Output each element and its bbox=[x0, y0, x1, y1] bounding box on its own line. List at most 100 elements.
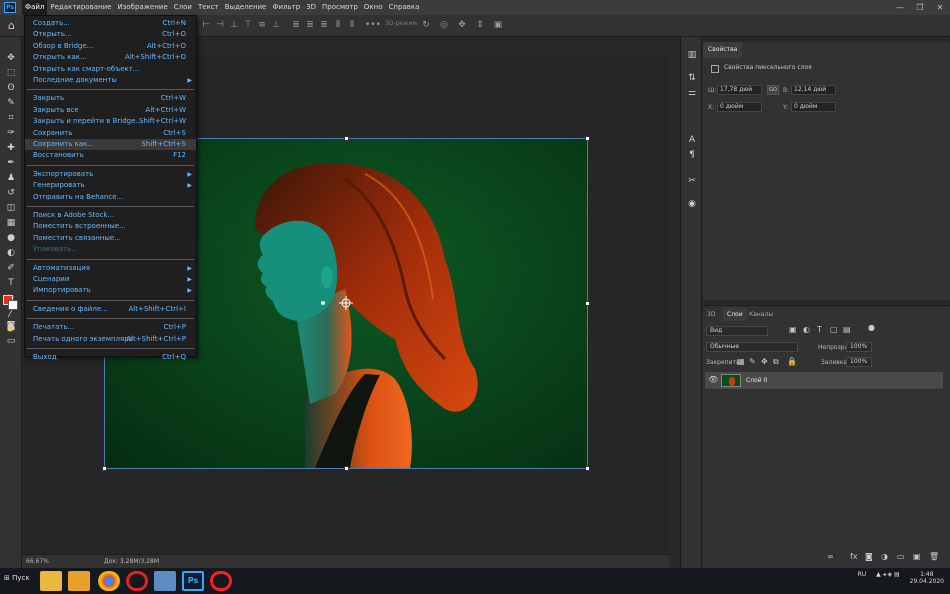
lock-position-icon[interactable]: ✥ bbox=[761, 357, 768, 366]
lock-all-icon[interactable]: 🔒 bbox=[787, 357, 797, 366]
menu-select[interactable]: Выделение bbox=[222, 0, 270, 15]
file-menu-item[interactable]: Создать... Ctrl+N bbox=[25, 18, 196, 29]
file-menu-item[interactable]: Восстановить F12 bbox=[25, 150, 196, 161]
roll-3d-icon[interactable]: ◎ bbox=[438, 19, 450, 32]
more-options-icon[interactable]: ••• bbox=[365, 19, 381, 32]
properties-panel-icon[interactable]: ⚌ bbox=[685, 87, 699, 99]
distribute-bottom-icon[interactable]: ≣ bbox=[318, 19, 330, 32]
filter-smart-object-icon[interactable]: ▤ bbox=[843, 325, 851, 334]
link-icon[interactable]: GO bbox=[767, 85, 779, 95]
align-top-icon[interactable]: ⊤ bbox=[242, 19, 254, 32]
distribute-middle-icon[interactable]: ≣ bbox=[304, 19, 316, 32]
filter-toggle-icon[interactable]: ● bbox=[868, 323, 875, 332]
align-left-icon[interactable]: ⊢ bbox=[200, 19, 212, 32]
history-brush-tool-icon[interactable]: ↺ bbox=[3, 187, 19, 199]
visibility-eye-icon[interactable]: 👁 bbox=[708, 375, 718, 384]
opera-icon[interactable] bbox=[126, 571, 148, 591]
file-menu-item[interactable]: Последние документы ▶ bbox=[25, 75, 196, 86]
photo-viewer-icon[interactable] bbox=[154, 571, 176, 591]
transform-handle-br[interactable] bbox=[585, 466, 590, 471]
adjustments-panel-icon[interactable]: ⇅ bbox=[685, 72, 699, 84]
gradient-tool-icon[interactable]: ▦ bbox=[3, 217, 19, 229]
menu-view[interactable]: Просмотр bbox=[319, 0, 361, 15]
filter-shape-icon[interactable]: ▢ bbox=[830, 325, 838, 334]
delete-layer-icon[interactable]: 🗑 bbox=[929, 552, 939, 561]
chrome-icon[interactable] bbox=[98, 571, 120, 591]
distribute-left-icon[interactable]: ⫴ bbox=[332, 19, 344, 32]
file-menu-item[interactable]: Открыть как... Alt+Shift+Ctrl+O bbox=[25, 52, 196, 63]
tray-icons[interactable]: ▲ ◂ ◈ ▤ bbox=[876, 571, 900, 578]
y-field[interactable]: 0 дюйм bbox=[791, 102, 836, 112]
file-menu-item[interactable]: Закрыть все Alt+Ctrl+W bbox=[25, 105, 196, 116]
tools-presets-icon[interactable]: ✂ bbox=[685, 175, 699, 187]
transform-handle-tm[interactable] bbox=[344, 136, 349, 141]
start-button[interactable]: ⊞ Пуск bbox=[4, 574, 30, 582]
healing-brush-tool-icon[interactable]: ✚ bbox=[3, 142, 19, 154]
file-menu-item[interactable]: Импортировать ▶ bbox=[25, 285, 196, 296]
maximize-button[interactable]: ❐ bbox=[910, 0, 930, 15]
paragraph-panel-icon[interactable]: ¶ bbox=[685, 149, 699, 161]
x-field[interactable]: 0 дюйм bbox=[717, 102, 762, 112]
file-menu-item[interactable]: Открыть... Ctrl+O bbox=[25, 29, 196, 40]
opera-gx-icon[interactable] bbox=[210, 571, 232, 591]
align-right-icon[interactable]: ⊥ bbox=[228, 19, 240, 32]
file-menu-item[interactable]: Отправить на Behance... bbox=[25, 192, 196, 203]
tab-3d[interactable]: 3D bbox=[703, 308, 719, 321]
new-layer-icon[interactable]: ▣ bbox=[913, 552, 921, 561]
screen-mode-icon[interactable]: ▭ bbox=[3, 335, 19, 347]
file-menu-item[interactable]: Закрыть и перейти в Bridge... Shift+Ctrl+… bbox=[25, 116, 196, 127]
new-adjustment-icon[interactable]: ◑ bbox=[881, 552, 888, 561]
lock-image-icon[interactable]: ✎ bbox=[749, 357, 756, 366]
clock-date[interactable]: 29.04.2020 bbox=[910, 578, 944, 585]
pen-tool-icon[interactable]: ✐ bbox=[3, 262, 19, 274]
file-menu-item[interactable]: Сведения о файле... Alt+Shift+Ctrl+I bbox=[25, 304, 196, 315]
file-menu-item[interactable]: Экспортировать ▶ bbox=[25, 169, 196, 180]
file-menu-item[interactable]: Выход Ctrl+Q bbox=[25, 352, 196, 363]
add-style-icon[interactable]: fx bbox=[850, 552, 858, 561]
blend-mode-select[interactable]: Обычные bbox=[706, 342, 798, 352]
transform-handle-bm[interactable] bbox=[344, 466, 349, 471]
menu-layers[interactable]: Слои bbox=[171, 0, 195, 15]
file-menu-item[interactable]: Обзор в Bridge... Alt+Ctrl+O bbox=[25, 41, 196, 52]
filter-type-icon[interactable]: T bbox=[817, 325, 822, 334]
background-color-swatch[interactable] bbox=[8, 300, 18, 310]
menu-filter[interactable]: Фильтр bbox=[269, 0, 303, 15]
language-indicator[interactable]: RU bbox=[858, 571, 867, 578]
layer-name[interactable]: Слой 0 bbox=[746, 377, 767, 384]
filter-pixel-icon[interactable]: ▣ bbox=[789, 325, 797, 334]
file-menu-item[interactable]: Автоматизация ▶ bbox=[25, 263, 196, 274]
lock-artboard-icon[interactable]: ⧉ bbox=[773, 357, 779, 367]
tab-layers[interactable]: Слои bbox=[723, 308, 747, 321]
slide-3d-icon[interactable]: ⇕ bbox=[474, 19, 486, 32]
file-menu-item[interactable]: Сценарии ▶ bbox=[25, 274, 196, 285]
layer-filter-select[interactable]: Вид bbox=[706, 326, 768, 336]
file-menu-item[interactable]: Закрыть Ctrl+W bbox=[25, 93, 196, 104]
file-menu-item[interactable]: Печать одного экземпляра Alt+Shift+Ctrl+P bbox=[25, 334, 196, 345]
fill-field[interactable]: 100% bbox=[846, 357, 872, 367]
transform-handle-tr[interactable] bbox=[585, 136, 590, 141]
menu-image[interactable]: Изображение bbox=[114, 0, 170, 15]
menu-file[interactable]: Файл bbox=[22, 0, 48, 15]
quick-mask-icon[interactable]: ◙ bbox=[3, 320, 19, 332]
eraser-tool-icon[interactable]: ◫ bbox=[3, 202, 19, 214]
file-menu-item[interactable]: Поместить встроенные... bbox=[25, 221, 196, 232]
layer-row[interactable]: 👁 Слой 0 bbox=[705, 372, 943, 389]
scale-3d-icon[interactable]: ▣ bbox=[492, 19, 504, 32]
transform-handle-bl[interactable] bbox=[102, 466, 107, 471]
width-field[interactable]: 17,78 дюй bbox=[717, 85, 762, 95]
align-center-icon[interactable]: ⊣ bbox=[214, 19, 226, 32]
file-menu-item[interactable]: Поиск в Adobe Stock... bbox=[25, 210, 196, 221]
file-menu-item[interactable]: Генерировать ▶ bbox=[25, 180, 196, 191]
clone-stamp-tool-icon[interactable]: ♟ bbox=[3, 172, 19, 184]
file-menu-item[interactable]: Поместить связанные... bbox=[25, 233, 196, 244]
menu-help[interactable]: Справка bbox=[386, 0, 423, 15]
new-group-icon[interactable]: ▭ bbox=[897, 552, 905, 561]
file-explorer-icon[interactable] bbox=[40, 571, 62, 591]
dodge-tool-icon[interactable]: ◐ bbox=[3, 247, 19, 259]
quick-select-tool-icon[interactable]: ✎ bbox=[3, 97, 19, 109]
file-menu-item[interactable]: Открыть как смарт-объект... bbox=[25, 64, 196, 75]
character-panel-icon[interactable]: A bbox=[685, 134, 699, 146]
tab-properties[interactable]: Свойства bbox=[703, 42, 743, 58]
eyedropper-tool-icon[interactable]: ✑ bbox=[3, 127, 19, 139]
lock-transparent-icon[interactable]: ▦ bbox=[737, 357, 745, 366]
